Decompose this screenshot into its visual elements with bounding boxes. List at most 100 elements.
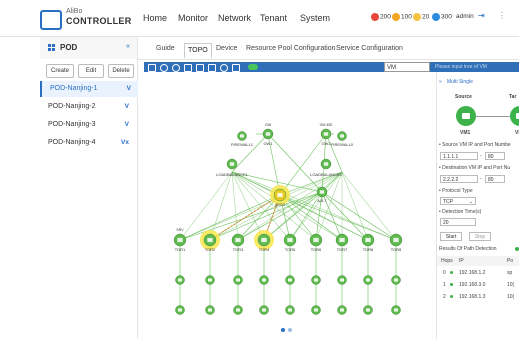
alert-major[interactable]: 100	[392, 13, 412, 21]
alert-minor[interactable]: 20	[413, 13, 429, 21]
tor-label: TOR8	[391, 247, 402, 252]
link-line	[231, 171, 343, 241]
page-dot-active[interactable]	[281, 328, 285, 332]
fit-icon[interactable]	[184, 64, 192, 72]
overlay-toggle[interactable]	[248, 64, 258, 70]
vm-search-input[interactable]: VM	[384, 62, 430, 72]
table-row[interactable]: 2 192.168.1.3 10(	[437, 292, 519, 303]
pod-item[interactable]: POD-Nanjing-3 V	[40, 117, 136, 133]
source-vm-icon[interactable]	[456, 106, 476, 126]
tor-node-glyph	[365, 237, 371, 243]
collapse-icon[interactable]: «	[126, 43, 130, 50]
results-header: Hops IP Po	[437, 256, 519, 266]
port-value: 10(	[507, 282, 515, 288]
export-icon[interactable]	[208, 64, 216, 72]
source-port-input[interactable]: 80	[485, 152, 505, 160]
link-line	[321, 191, 369, 241]
col-hops: Hops	[441, 258, 453, 264]
logo[interactable]: AliBo CONTROLLER	[40, 8, 136, 30]
server-node-glyph	[177, 308, 183, 312]
zoom-out-icon[interactable]	[172, 64, 180, 72]
dest-port-input[interactable]: 80	[485, 175, 505, 183]
tab-guide[interactable]: Guide	[156, 45, 175, 52]
nav-system[interactable]: System	[300, 13, 330, 23]
table-row[interactable]: 1 192.168.3.0 10(	[437, 280, 519, 291]
hop-value: 2	[443, 294, 446, 300]
menu-icon[interactable]	[148, 64, 156, 72]
hop-value: 0	[443, 270, 446, 276]
server-node-glyph	[365, 308, 371, 312]
dest-ip-input[interactable]: 2.2.2.2	[440, 175, 478, 183]
nav-tenant[interactable]: Tenant	[260, 13, 287, 23]
logout-icon[interactable]: ⇥	[478, 11, 485, 20]
spine-b-node-glyph	[319, 190, 325, 194]
ip-value: 192.168.1.3	[459, 294, 486, 300]
tab-service-config[interactable]: Service Configuration	[336, 45, 403, 52]
detection-time-input[interactable]: 20	[440, 218, 476, 226]
link-line	[231, 171, 369, 241]
table-row[interactable]: 0 192.168.1.2 sp	[437, 268, 519, 279]
pod-item[interactable]: POD-Nanjing-4 Vx	[40, 135, 136, 151]
firewall-1-label: FIREWALL1	[231, 142, 254, 147]
vm-tree-input[interactable]: Please input tree of VM	[432, 62, 519, 72]
tor-label: TOR3	[233, 247, 244, 252]
path-detection-panel: » Multi Single Source Tar VM1 VM • Sourc…	[436, 72, 519, 339]
user-name[interactable]: admin	[456, 13, 474, 20]
dash: -	[480, 153, 482, 159]
tab-device[interactable]: Device	[216, 45, 237, 52]
source-ip-input[interactable]: 1.1.1.1	[440, 152, 478, 160]
edit-button[interactable]: Edit	[78, 64, 104, 78]
pod-item-label: POD-Nanjing-2	[48, 103, 96, 110]
nav-network[interactable]: Network	[218, 13, 251, 23]
settings-icon[interactable]	[232, 64, 240, 72]
tab-bar: Guide TOPO Device Resource Pool Configur…	[138, 37, 519, 60]
pod-item-label: POD-Nanjing-4	[48, 139, 96, 146]
tor-node-glyph	[313, 237, 319, 243]
path-line	[476, 116, 510, 117]
mode-switch[interactable]: Multi Single	[447, 79, 473, 85]
page-dot[interactable]	[288, 328, 292, 332]
pod-item[interactable]: POD-Nanjing-1 V	[40, 81, 138, 97]
nav-home[interactable]: Home	[143, 13, 167, 23]
ip-value: 192.168.1.2	[459, 270, 486, 276]
dest-ip-label: • Destination VM IP and Port Nu	[439, 165, 511, 171]
pod-item[interactable]: POD-Nanjing-2 V	[40, 99, 136, 115]
refresh-icon[interactable]	[220, 64, 228, 72]
delete-button[interactable]: Delete	[108, 64, 134, 78]
sidebar-title: POD	[60, 43, 78, 52]
loadbalance-1-label: LOADBALANCE1	[216, 172, 249, 177]
tab-topo[interactable]: TOPO	[184, 43, 212, 58]
target-vm-icon[interactable]	[510, 106, 519, 126]
tor-label: TOR1	[175, 247, 186, 252]
loadbalance-0-label: LOADBALANCE0	[310, 172, 343, 177]
sidebar-header: POD «	[40, 37, 137, 59]
zoom-in-icon[interactable]	[160, 64, 168, 72]
loadbalance-1-node-glyph	[229, 162, 235, 166]
topology-canvas[interactable]: GW GW IDE FIREWALL1 GW1 GW2 FIREWALL0 LOADBALA…	[144, 72, 434, 339]
minor-alert-icon	[413, 13, 421, 21]
start-button[interactable]: Start	[440, 232, 462, 241]
panel-collapse-icon[interactable]: »	[439, 79, 442, 85]
col-port: Po	[507, 258, 514, 264]
stop-button[interactable]: Stop	[469, 232, 491, 241]
pod-item-indicator: V	[126, 85, 131, 92]
alert-critical[interactable]: 200	[371, 13, 391, 21]
select-icon[interactable]	[196, 64, 204, 72]
spine-a-label: ARCG	[275, 203, 285, 207]
tab-resource-pool[interactable]: Resource Pool Configuration	[246, 45, 336, 52]
create-button[interactable]: Create	[46, 64, 74, 78]
info-alert-icon	[432, 13, 440, 21]
server-node-glyph	[393, 308, 399, 312]
results-label: Results Of Path Detection	[439, 246, 497, 252]
server-node-glyph	[287, 308, 293, 312]
more-icon[interactable]: ⋮	[498, 11, 506, 20]
gw2-top-label: GW IDE	[320, 123, 333, 127]
topology-graph[interactable]: GW GW IDE FIREWALL1 GW1 GW2 FIREWALL0 LOADBALA…	[144, 72, 434, 339]
status-dot-icon	[450, 282, 454, 288]
tor-node-glyph	[261, 237, 267, 243]
link-line	[321, 191, 397, 241]
alert-info[interactable]: 300	[432, 13, 452, 21]
nav-monitor[interactable]: Monitor	[178, 13, 208, 23]
gw1-label: GW1	[263, 141, 273, 146]
protocol-select[interactable]: TCP ⌄	[440, 197, 476, 205]
